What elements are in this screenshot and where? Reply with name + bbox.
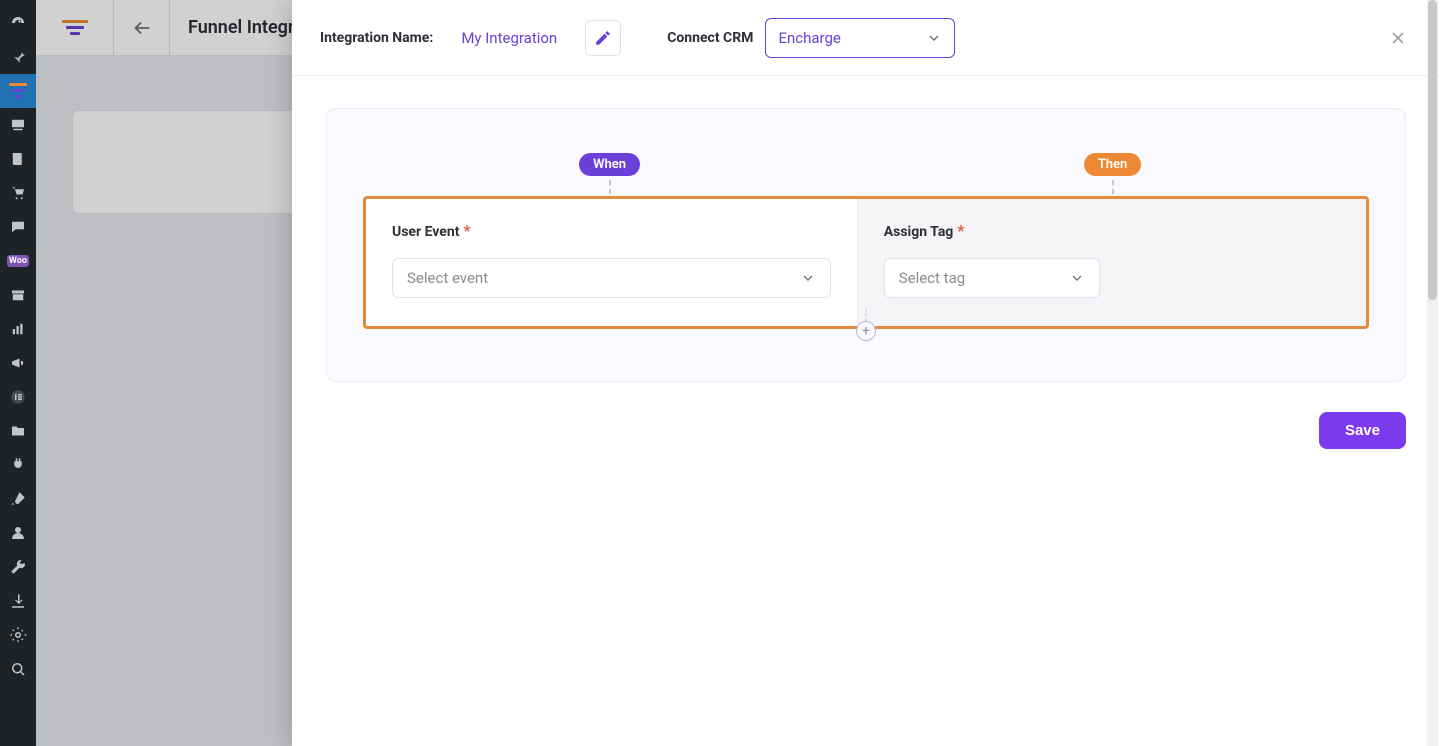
then-panel: Assign Tag * Select tag <box>857 199 1366 326</box>
megaphone-icon <box>9 354 27 372</box>
sidebar-item-media[interactable] <box>0 108 36 142</box>
sidebar-item-plugins[interactable] <box>0 448 36 482</box>
assign-tag-select[interactable]: Select tag <box>884 258 1100 298</box>
when-connector <box>609 180 611 194</box>
sidebar-item-marketing[interactable] <box>0 346 36 380</box>
folder-icon <box>9 422 27 440</box>
connect-crm-label: Connect CRM <box>667 30 753 46</box>
pencil-icon <box>594 29 612 47</box>
cart-icon <box>9 184 27 202</box>
sidebar-item-analytics[interactable] <box>0 312 36 346</box>
pill-row: When Then <box>363 153 1369 194</box>
gear-outline-icon <box>9 626 27 644</box>
user-event-select[interactable]: Select event <box>392 258 831 298</box>
woo-icon: Woo <box>7 255 29 267</box>
wrench-icon <box>9 558 27 576</box>
when-pill: When <box>579 153 640 176</box>
brush-icon <box>9 490 27 508</box>
user-event-required: * <box>463 221 470 240</box>
assign-tag-placeholder: Select tag <box>899 269 965 287</box>
sidebar-item-dashboard[interactable] <box>0 6 36 40</box>
sidebar-item-templates[interactable] <box>0 414 36 448</box>
sidebar-item-pages[interactable] <box>0 142 36 176</box>
sidebar-item-snippets[interactable] <box>0 584 36 618</box>
chat-icon <box>9 218 27 236</box>
book-icon <box>9 150 27 168</box>
sidebar-item-appearance[interactable] <box>0 278 36 312</box>
sidebar-item-tools[interactable] <box>0 482 36 516</box>
user-icon <box>9 524 27 542</box>
modal-scrollbar[interactable] <box>1426 0 1440 746</box>
user-event-placeholder: Select event <box>407 269 488 287</box>
sidebar-item-comments[interactable] <box>0 210 36 244</box>
chevron-down-icon <box>926 30 942 46</box>
plus-icon: + <box>862 324 870 338</box>
sidebar-item-users[interactable] <box>0 516 36 550</box>
when-panel: User Event * Select event <box>366 199 857 326</box>
save-button[interactable]: Save <box>1319 412 1406 449</box>
crm-select[interactable]: Encharge <box>765 18 955 58</box>
media-icon <box>9 116 27 134</box>
then-pill: Then <box>1084 153 1142 176</box>
sidebar-item-seo[interactable] <box>0 652 36 686</box>
integration-name-value: My Integration <box>461 29 557 47</box>
admin-sidebar: Woo <box>0 0 36 746</box>
sidebar-item-cache[interactable] <box>0 618 36 652</box>
assign-tag-label: Assign Tag <box>884 224 954 240</box>
integration-name-label: Integration Name: <box>320 30 433 46</box>
close-button[interactable] <box>1384 24 1412 52</box>
then-connector <box>1112 180 1114 194</box>
magnify-q-icon <box>9 660 27 678</box>
modal-body: When Then User Event * Select event <box>292 76 1440 473</box>
elementor-icon <box>9 388 27 406</box>
sidebar-item-funnels[interactable] <box>0 74 36 108</box>
add-connector <box>866 309 867 321</box>
add-rule-button[interactable]: + <box>856 321 876 341</box>
edit-name-button[interactable] <box>585 20 621 56</box>
close-icon <box>1388 28 1408 48</box>
bars-icon <box>9 320 27 338</box>
sidebar-item-elementor[interactable] <box>0 380 36 414</box>
funnel-icon <box>8 83 28 99</box>
rule-builder-card: When Then User Event * Select event <box>326 108 1406 382</box>
pin-icon <box>9 48 27 66</box>
modal-header: Integration Name: My Integration Connect… <box>292 0 1440 76</box>
assign-tag-required: * <box>957 221 964 240</box>
sidebar-item-cart[interactable] <box>0 176 36 210</box>
integration-modal: Integration Name: My Integration Connect… <box>292 0 1440 746</box>
sidebar-item-settings[interactable] <box>0 550 36 584</box>
archive-icon <box>9 286 27 304</box>
sidebar-item-woo[interactable]: Woo <box>0 244 36 278</box>
crm-selected-value: Encharge <box>778 29 840 47</box>
chevron-down-icon <box>1069 270 1085 286</box>
chevron-down-icon <box>800 270 816 286</box>
sidebar-item-pin[interactable] <box>0 40 36 74</box>
import-icon <box>9 592 27 610</box>
user-event-label: User Event <box>392 224 459 240</box>
gauge-icon <box>9 14 27 32</box>
plug-icon <box>9 456 27 474</box>
